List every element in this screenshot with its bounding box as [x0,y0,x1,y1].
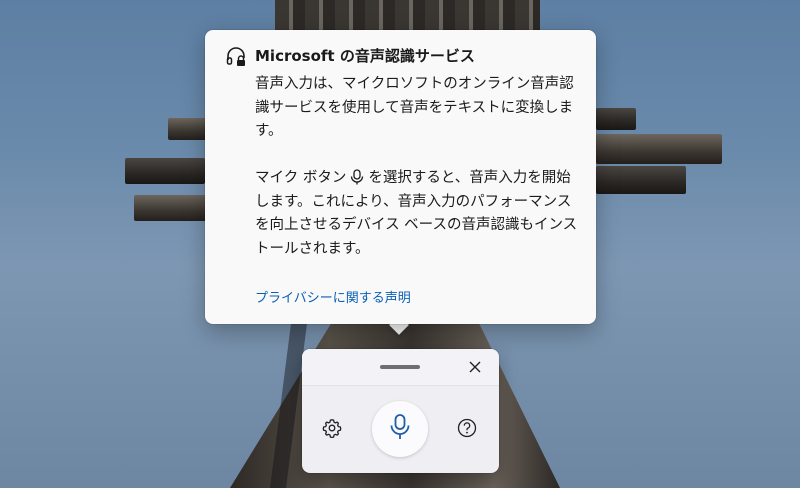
headset-lock-icon [225,46,247,68]
help-button[interactable] [455,418,479,442]
pier-plank [596,108,636,130]
flyout-paragraph: マイク ボタン を選択すると、音声入力を開始します。これにより、音声入力のパフォー… [255,167,583,261]
panel-title-bar [302,349,499,386]
pier-plank [134,195,206,221]
flyout-title: Microsoft の音声認識サービス [255,47,475,65]
close-icon [469,358,481,377]
privacy-statement-link[interactable]: プライバシーに関する声明 [255,287,411,306]
drag-handle[interactable] [380,365,420,369]
microphone-icon [389,413,411,445]
voice-typing-panel [302,349,499,473]
flyout-paragraph-text: マイク ボタン [255,170,347,186]
pier-plank [168,118,208,140]
microphone-button[interactable] [372,401,428,457]
pier-plank [596,166,686,194]
pier-plank [596,134,722,164]
flyout-body: 音声入力は、マイクロソフトのオンライン音声認識サービスを使用して音声をテキストに… [255,73,583,285]
close-button[interactable] [464,356,486,378]
microphone-icon [350,169,364,185]
speech-service-info-flyout: Microsoft の音声認識サービス 音声入力は、マイクロソフトのオンライン音… [205,30,596,324]
gear-icon [322,418,342,442]
help-icon [457,418,477,442]
flyout-paragraph: 音声入力は、マイクロソフトのオンライン音声認識サービスを使用して音声をテキストに… [255,76,574,139]
pier-background-planks [275,0,540,30]
settings-button[interactable] [320,418,344,442]
pier-plank [125,158,205,184]
